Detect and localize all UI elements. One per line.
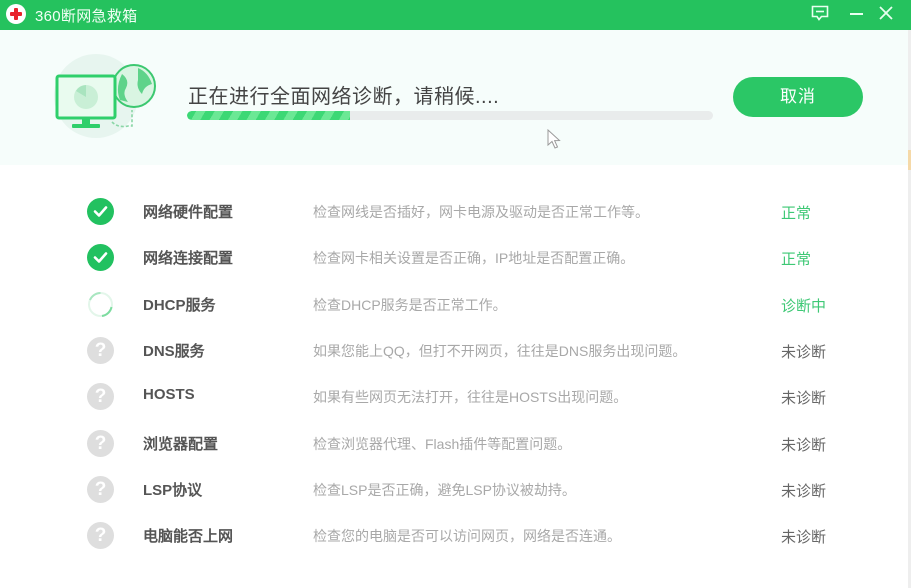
diagnosis-item-description: 检查LSP是否正确，避免LSP协议被劫持。 [313, 481, 576, 498]
check-circle-icon [87, 244, 114, 272]
diagnosis-item-description: 如果有些网页无法打开，往往是HOSTS出现问题。 [313, 389, 628, 406]
diagnosis-item-description: 如果您能上QQ，但打不开网页，往往是DNS服务出现问题。 [313, 342, 687, 359]
loading-spinner-icon [87, 291, 114, 318]
close-button[interactable] [870, 0, 902, 28]
close-icon [879, 6, 893, 20]
diagnosis-item-name: HOSTS [143, 386, 195, 404]
diagnosis-progress-bar [187, 111, 713, 120]
diagnosis-item: 网络硬件配置 检查网线是否插好，网卡电源及驱动是否正常工作等。 正常 [0, 188, 905, 234]
question-circle-icon: ? [87, 429, 114, 457]
diagnosis-status-text: 正在进行全面网络诊断，请稍候.... [188, 86, 500, 108]
diagnosis-item-status: 未诊断 [781, 436, 827, 454]
diagnosis-item-status: 未诊断 [781, 390, 827, 408]
diagnosis-item: ? 浏览器配置 检查浏览器代理、Flash插件等配置问题。 未诊断 [0, 420, 905, 466]
diagnosis-item-name: 网络连接配置 [143, 250, 234, 268]
diagnosis-item-status: 未诊断 [781, 482, 827, 500]
question-circle-icon: ? [87, 336, 114, 364]
question-circle-icon: ? [87, 522, 114, 550]
diagnosis-item: ? 电脑能否上网 检查您的电脑是否可以访问网页，网络是否连通。 未诊断 [0, 512, 905, 558]
computer-globe-illustration-icon [54, 54, 156, 138]
diagnosis-item-status: 未诊断 [781, 343, 827, 361]
minimize-button[interactable] [840, 0, 872, 28]
diagnosis-item-description: 检查您的电脑是否可以访问网页，网络是否连通。 [313, 528, 621, 545]
diagnosis-item-name: 浏览器配置 [143, 435, 219, 453]
diagnosis-item-name: DNS服务 [143, 342, 205, 360]
question-circle-icon: ? [87, 383, 114, 411]
diagnosis-item-status: 正常 [781, 251, 812, 269]
first-aid-logo-icon [6, 4, 26, 24]
check-circle-icon [87, 198, 114, 225]
mouse-cursor-icon [547, 129, 561, 149]
feedback-button[interactable] [804, 0, 836, 28]
diagnosis-item-name: 电脑能否上网 [143, 528, 234, 546]
diagnosis-item-status: 诊断中 [781, 297, 827, 315]
diagnosis-item-name: LSP协议 [143, 481, 203, 499]
diagnosis-item: ? HOSTS 如果有些网页无法打开，往往是HOSTS出现问题。 未诊断 [0, 373, 905, 419]
diagnosis-item: 网络连接配置 检查网卡相关设置是否正确，IP地址是否配置正确。 正常 [0, 234, 905, 280]
diagnosis-item-description: 检查浏览器代理、Flash插件等配置问题。 [313, 435, 572, 452]
cancel-button[interactable]: 取消 [733, 77, 863, 117]
diagnosis-item: DHCP服务 检查DHCP服务是否正常工作。 诊断中 [0, 281, 905, 327]
diagnosis-progress-fill [187, 111, 351, 120]
title-bar: 360断网急救箱 [0, 0, 911, 30]
question-circle-icon: ? [87, 475, 114, 503]
diagnosis-item: ? DNS服务 如果您能上QQ，但打不开网页，往往是DNS服务出现问题。 未诊断 [0, 327, 905, 373]
diagnosis-item-description: 检查DHCP服务是否正常工作。 [313, 296, 507, 313]
diagnosis-item-name: 网络硬件配置 [143, 204, 234, 221]
diagnosis-item: ? LSP协议 检查LSP是否正确，避免LSP协议被劫持。 未诊断 [0, 466, 905, 512]
diagnosis-item-status: 正常 [781, 205, 812, 222]
diagnosis-item-status: 未诊断 [781, 529, 827, 547]
diagnosis-item-description: 检查网卡相关设置是否正确，IP地址是否配置正确。 [313, 250, 635, 267]
diagnosis-item-description: 检查网线是否插好，网卡电源及驱动是否正常工作等。 [313, 204, 649, 220]
diagnosis-header: 正在进行全面网络诊断，请稍候.... 取消 [0, 30, 911, 165]
diagnosis-item-name: DHCP服务 [143, 296, 216, 314]
feedback-icon [811, 5, 829, 21]
window-title: 360断网急救箱 [35, 8, 138, 25]
minimize-icon [850, 13, 863, 15]
